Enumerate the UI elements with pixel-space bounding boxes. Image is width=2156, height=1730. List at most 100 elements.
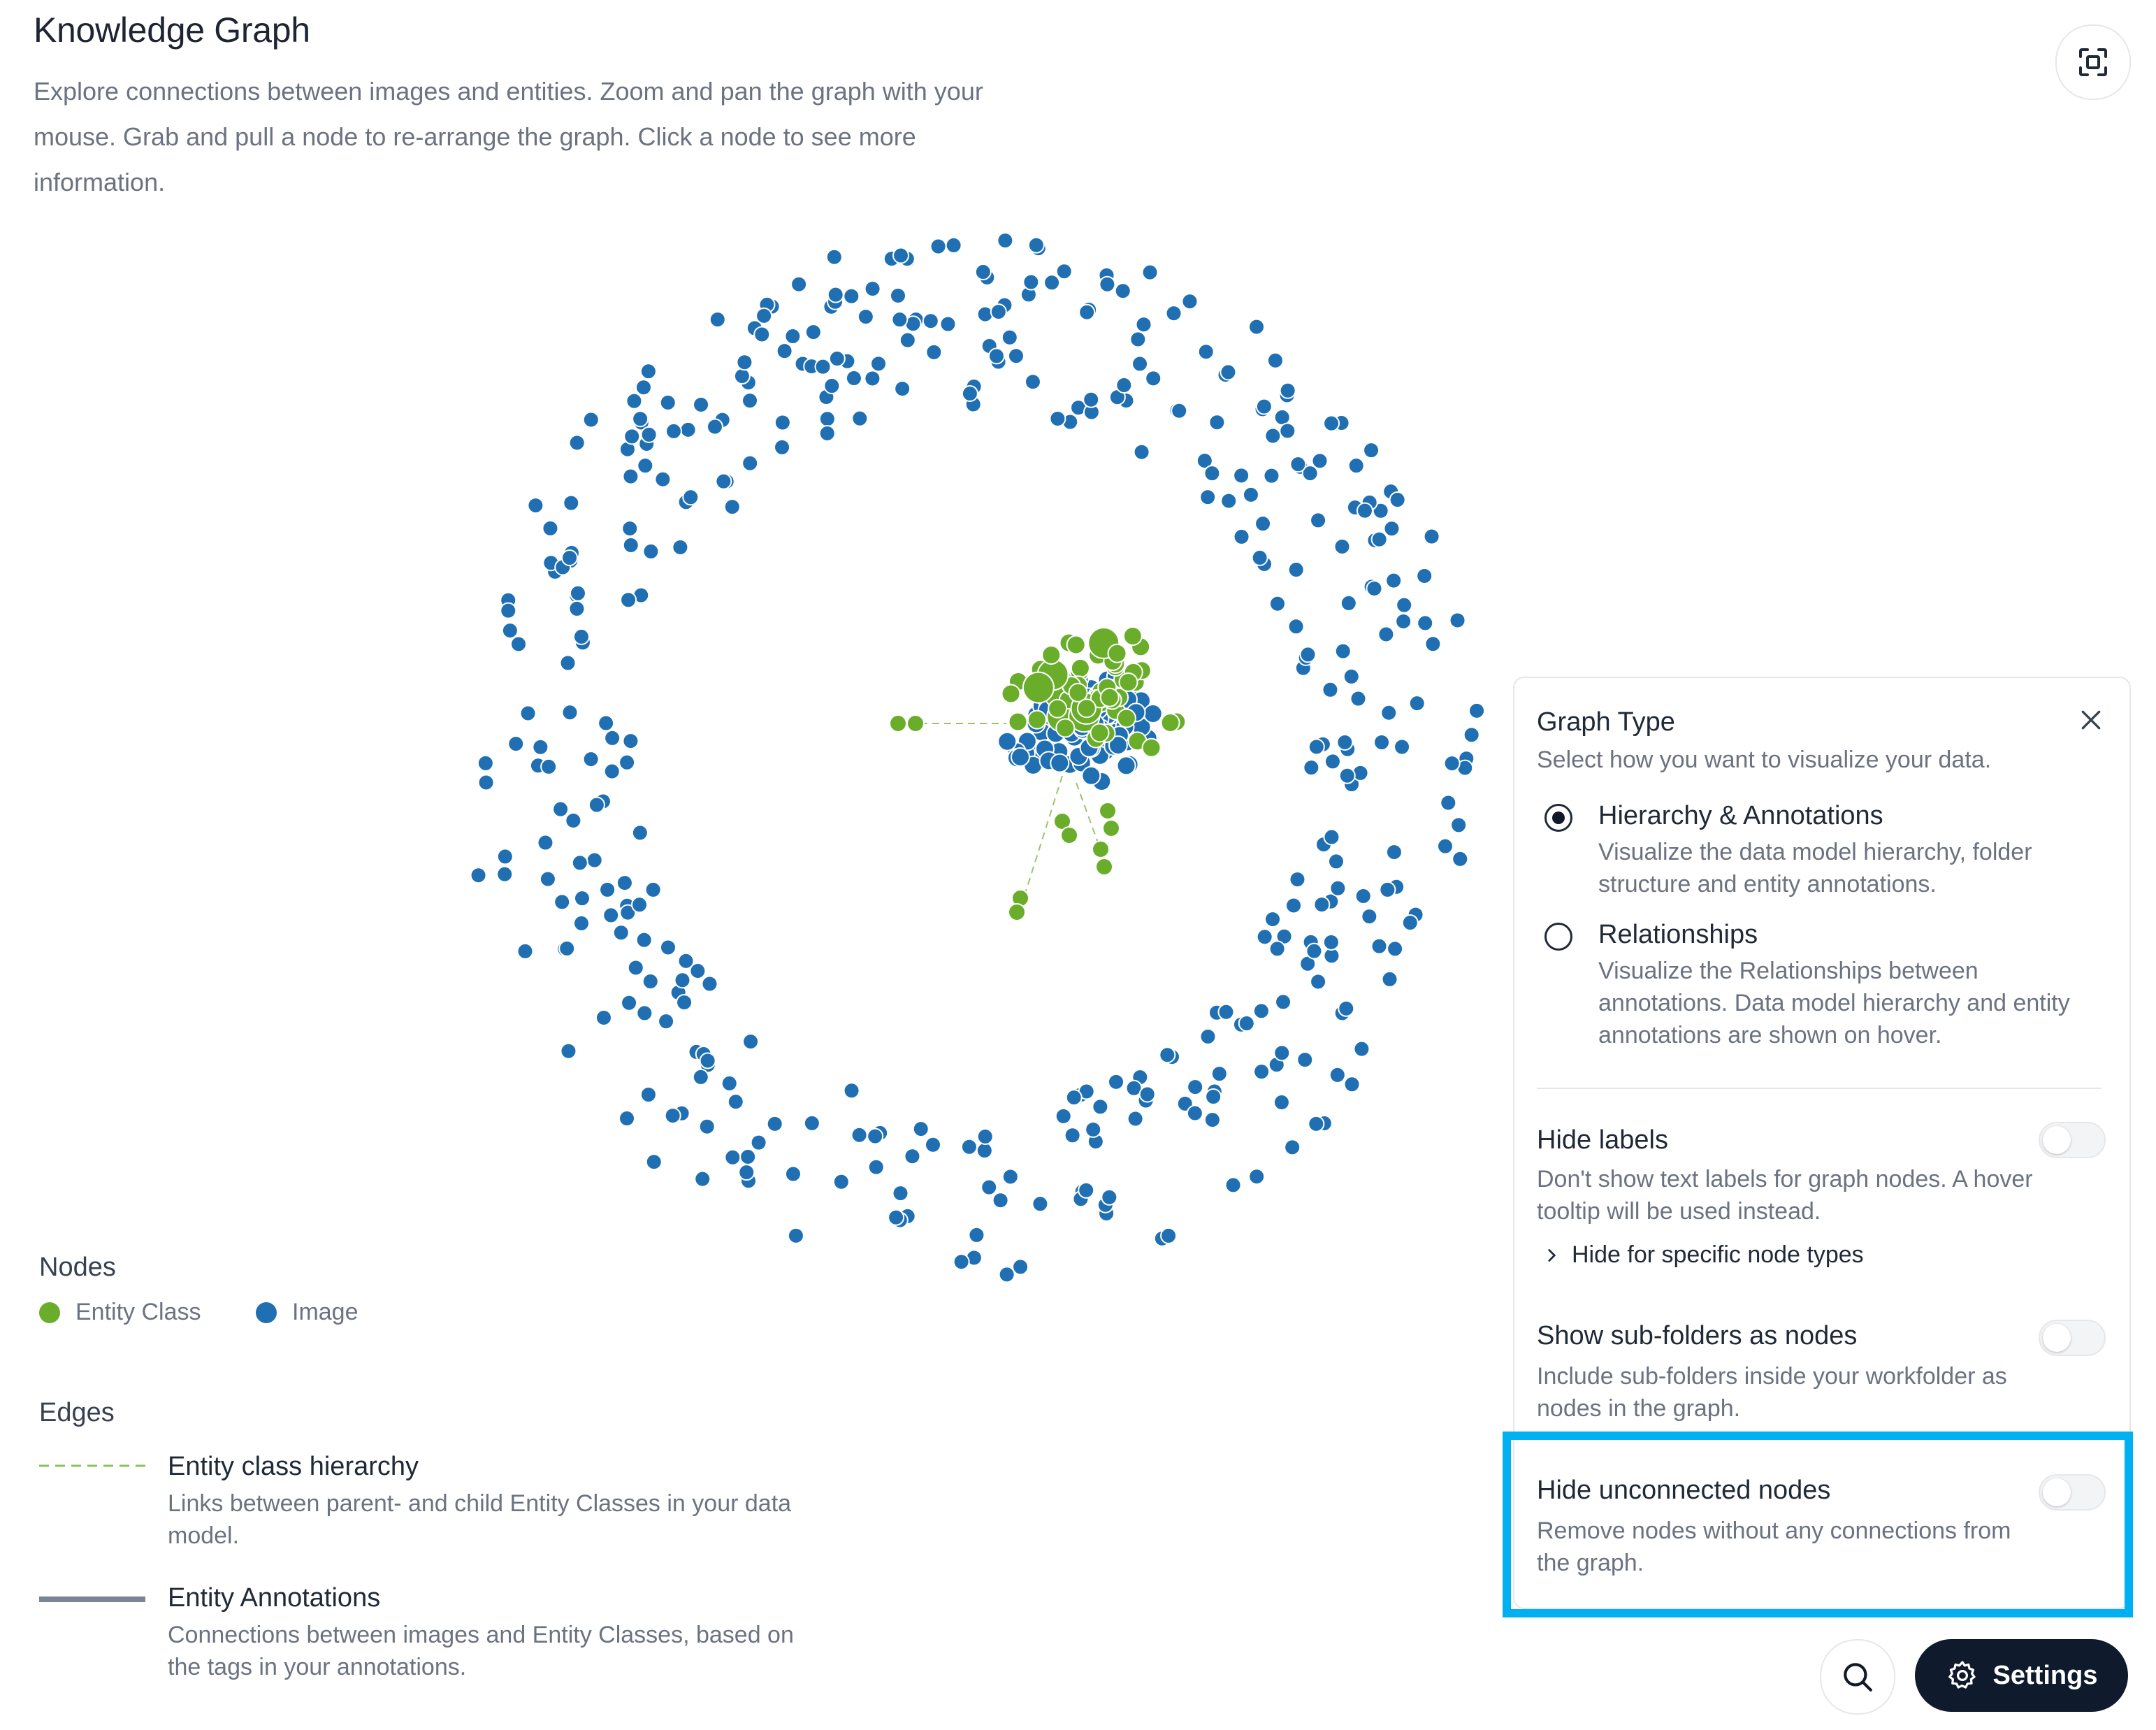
image-node[interactable] — [1443, 755, 1461, 772]
image-node[interactable] — [496, 848, 514, 865]
image-node[interactable] — [1334, 642, 1352, 660]
image-node[interactable] — [1417, 614, 1434, 632]
image-node[interactable] — [870, 355, 888, 373]
image-node[interactable] — [888, 1209, 905, 1226]
image-node[interactable] — [1043, 274, 1061, 291]
image-node[interactable] — [1001, 329, 1018, 346]
image-node[interactable] — [1408, 695, 1426, 712]
image-node[interactable] — [622, 733, 639, 750]
image-node[interactable] — [1370, 937, 1388, 955]
image-node[interactable] — [561, 549, 579, 566]
image-node[interactable] — [1217, 1003, 1235, 1021]
image-node[interactable] — [1450, 816, 1468, 834]
image-node[interactable] — [672, 538, 689, 556]
image-node[interactable] — [645, 1153, 663, 1171]
image-node[interactable] — [1350, 690, 1367, 707]
image-node[interactable] — [1220, 492, 1238, 510]
image-node[interactable] — [851, 1126, 868, 1144]
image-node[interactable] — [1363, 442, 1380, 459]
image-node[interactable] — [1187, 1079, 1204, 1096]
image-node[interactable] — [618, 754, 636, 771]
image-node[interactable] — [1264, 427, 1282, 445]
entity-class-node[interactable] — [1118, 672, 1138, 693]
image-node[interactable] — [998, 1266, 1015, 1283]
image-node[interactable] — [750, 1134, 767, 1151]
image-node[interactable] — [1092, 1098, 1109, 1116]
image-node[interactable] — [1338, 767, 1356, 784]
image-node[interactable] — [1159, 1046, 1176, 1064]
image-node[interactable] — [1299, 646, 1317, 663]
image-node[interactable] — [1115, 377, 1133, 394]
image-node[interactable] — [658, 1013, 675, 1030]
image-node[interactable] — [857, 308, 874, 326]
image-node[interactable] — [1203, 1111, 1221, 1129]
image-node[interactable] — [1279, 422, 1296, 440]
image-node[interactable] — [620, 591, 637, 609]
image-node[interactable] — [659, 394, 677, 411]
image-node[interactable] — [864, 280, 881, 298]
image-node[interactable] — [1181, 293, 1199, 310]
image-node[interactable] — [968, 1226, 985, 1244]
image-node[interactable] — [1296, 1051, 1314, 1069]
entity-class-node[interactable] — [906, 714, 925, 733]
image-node[interactable] — [1385, 844, 1403, 861]
image-node[interactable] — [1160, 1227, 1178, 1244]
entity-class-node[interactable] — [1092, 840, 1110, 858]
image-node[interactable] — [1322, 933, 1340, 951]
image-node[interactable] — [724, 1148, 741, 1166]
radio-hierarchy-annotations[interactable] — [1544, 804, 1572, 832]
hide-specific-node-types-expander[interactable]: Hide for specific node types — [1542, 1241, 1864, 1269]
image-node[interactable] — [559, 654, 577, 672]
image-node[interactable] — [1440, 794, 1457, 812]
image-node[interactable] — [1396, 596, 1413, 614]
image-node[interactable] — [851, 410, 869, 427]
image-node[interactable] — [477, 774, 495, 791]
entity-class-node[interactable] — [1095, 858, 1113, 876]
image-node[interactable] — [639, 1086, 657, 1103]
image-node[interactable] — [827, 286, 844, 303]
image-node[interactable] — [1452, 850, 1469, 867]
entity-class-node[interactable] — [1116, 708, 1136, 728]
image-node[interactable] — [1401, 914, 1419, 932]
image-node[interactable] — [552, 800, 570, 818]
image-node[interactable] — [1436, 837, 1454, 855]
image-node[interactable] — [582, 411, 600, 428]
image-node[interactable] — [599, 881, 616, 898]
image-node[interactable] — [1081, 765, 1101, 786]
image-node[interactable] — [1127, 1110, 1144, 1127]
entity-class-node[interactable] — [1090, 723, 1110, 743]
image-node[interactable] — [1199, 1028, 1217, 1045]
image-node[interactable] — [1285, 897, 1303, 914]
image-node[interactable] — [621, 994, 638, 1011]
image-node[interactable] — [637, 457, 654, 475]
image-node[interactable] — [582, 751, 600, 768]
image-node[interactable] — [891, 311, 909, 329]
image-node[interactable] — [784, 328, 802, 345]
entity-class-node[interactable] — [1102, 819, 1120, 837]
image-node[interactable] — [892, 1185, 909, 1202]
image-node[interactable] — [1138, 1086, 1156, 1103]
image-node[interactable] — [774, 414, 791, 431]
image-node[interactable] — [706, 418, 723, 435]
image-node[interactable] — [1133, 443, 1150, 461]
image-node[interactable] — [1055, 263, 1073, 280]
image-node[interactable] — [892, 247, 910, 264]
image-node[interactable] — [631, 896, 649, 914]
entity-class-node[interactable] — [1008, 903, 1026, 921]
image-node[interactable] — [1289, 871, 1306, 888]
image-node[interactable] — [1416, 567, 1433, 584]
image-node[interactable] — [632, 410, 649, 428]
image-node[interactable] — [561, 704, 579, 721]
image-node[interactable] — [867, 1127, 884, 1145]
image-node[interactable] — [627, 959, 644, 976]
image-node[interactable] — [1224, 1176, 1242, 1194]
image-node[interactable] — [640, 426, 658, 443]
image-node[interactable] — [1287, 561, 1305, 579]
entity-class-node[interactable] — [1107, 643, 1127, 663]
image-node[interactable] — [1311, 452, 1329, 470]
image-node[interactable] — [1135, 316, 1152, 333]
entity-class-node[interactable] — [1041, 645, 1062, 665]
image-node[interactable] — [642, 973, 659, 990]
entity-class-node[interactable] — [1055, 718, 1076, 738]
image-node[interactable] — [1336, 733, 1354, 751]
